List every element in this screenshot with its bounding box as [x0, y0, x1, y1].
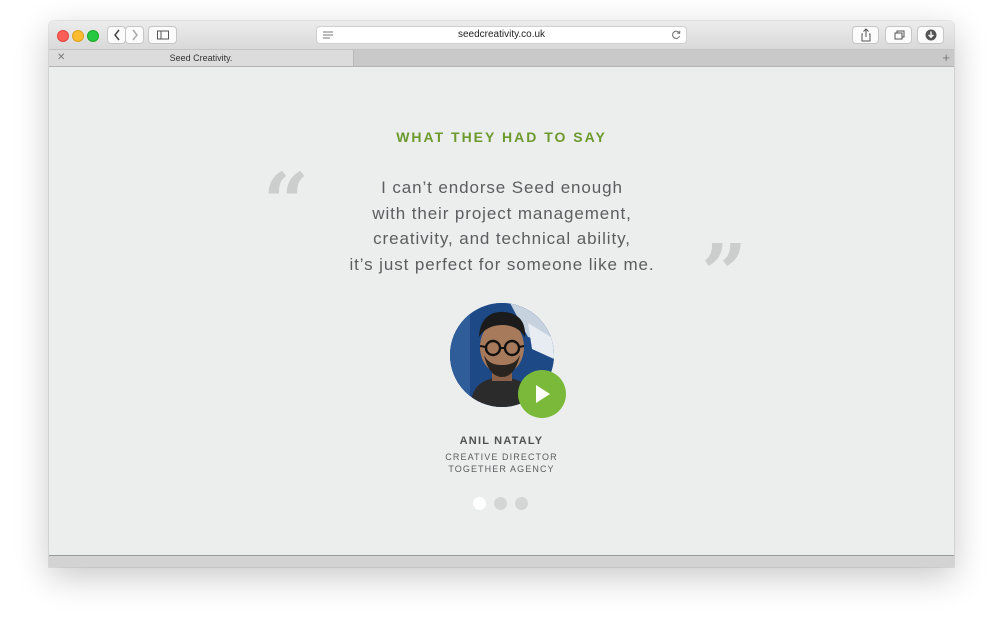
window-bottom-edge: [49, 555, 954, 567]
forward-button[interactable]: [125, 26, 144, 44]
testimonial-quote: I can’t endorse Seed enough with their p…: [301, 175, 703, 277]
section-heading: WHAT THEY HAD TO SAY: [396, 129, 607, 145]
page-content: WHAT THEY HAD TO SAY “ ” I can’t endorse…: [49, 67, 954, 555]
tab-seed-creativity[interactable]: ✕ Seed Creativity.: [49, 50, 354, 66]
carousel-dot-2[interactable]: [494, 497, 507, 510]
tab-label: Seed Creativity.: [169, 53, 233, 63]
forward-arrow-icon: [131, 29, 138, 41]
quote-line: I can’t endorse Seed enough: [381, 178, 623, 197]
address-url[interactable]: seedcreativity.co.uk: [317, 27, 686, 43]
testimonial-role: CREATIVE DIRECTOR: [445, 452, 558, 462]
browser-toolbar: seedcreativity.co.uk: [49, 21, 954, 50]
back-arrow-icon: [113, 29, 120, 41]
quote-line: it’s just perfect for someone like me.: [349, 254, 655, 274]
play-video-button[interactable]: [518, 370, 566, 418]
carousel-dot-1[interactable]: [473, 497, 486, 510]
share-button[interactable]: [852, 26, 879, 44]
quote-line: with their project management,: [372, 203, 632, 223]
zoom-window-button[interactable]: [87, 30, 99, 42]
browser-window: seedcreativity.co.uk ✕ Seed Creativity. …: [49, 21, 954, 567]
sidebar-button[interactable]: [148, 26, 177, 44]
back-button[interactable]: [107, 26, 126, 44]
sidebar-icon: [156, 30, 169, 40]
address-bar[interactable]: seedcreativity.co.uk: [316, 26, 687, 44]
tabs-icon: [894, 30, 904, 40]
carousel-dot-3[interactable]: [515, 497, 528, 510]
tabs-overview-button[interactable]: [885, 26, 912, 44]
plus-icon[interactable]: +: [942, 50, 950, 66]
download-icon: [925, 29, 936, 41]
close-window-button[interactable]: [57, 30, 69, 42]
testimonial-agency: TOGETHER AGENCY: [448, 464, 555, 474]
tab-bar: ✕ Seed Creativity. +: [49, 50, 954, 67]
play-icon: [536, 385, 550, 403]
reload-icon[interactable]: [671, 30, 681, 40]
testimonial-name: ANIL NATALY: [459, 435, 544, 447]
downloads-button[interactable]: [917, 26, 944, 44]
quote-close-icon: ”: [701, 226, 748, 320]
share-icon: [861, 28, 870, 42]
quote-line: creativity, and technical ability,: [373, 229, 631, 249]
minimize-window-button[interactable]: [72, 30, 84, 42]
